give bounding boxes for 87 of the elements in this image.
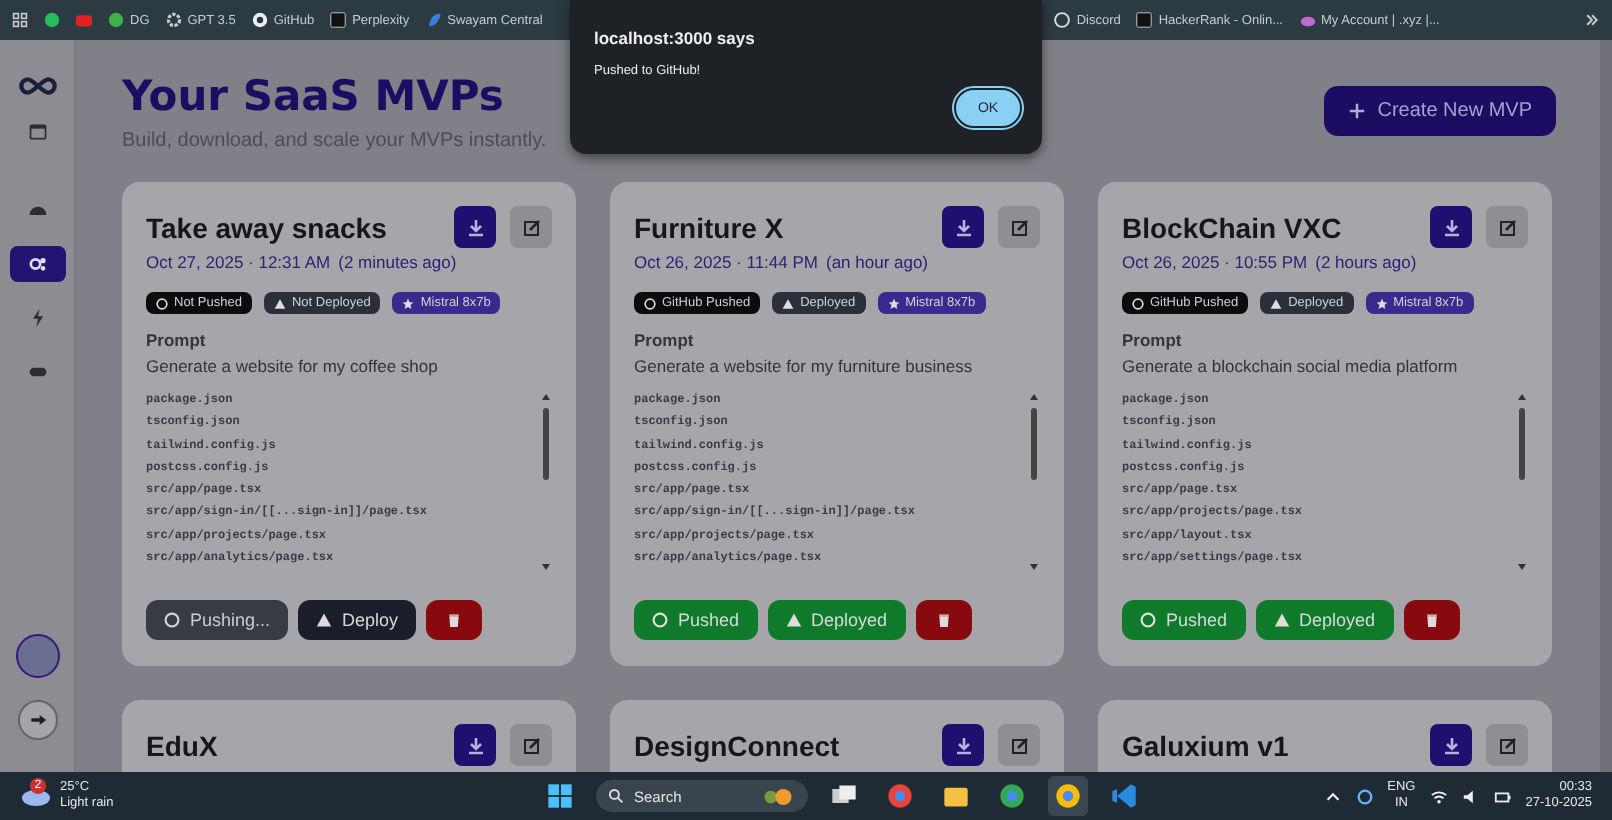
- project-title: BlockChain VXC: [1122, 212, 1342, 244]
- download-button[interactable]: [454, 724, 496, 766]
- fruit-icon: [760, 787, 796, 805]
- download-icon: [465, 735, 485, 755]
- edit-button[interactable]: [1486, 724, 1528, 766]
- play-icon: [76, 12, 92, 28]
- prompt-text: Generate a website for my furniture business: [634, 356, 975, 376]
- browser-icon[interactable]: [1048, 776, 1088, 816]
- delete-button[interactable]: [426, 600, 483, 640]
- prompt-text: Generate a website for my coffee shop: [146, 356, 440, 376]
- download-button[interactable]: [454, 206, 496, 248]
- push-button[interactable]: Pushing...: [146, 600, 289, 640]
- edit-icon: [1009, 217, 1029, 237]
- create-button[interactable]: Create New MVP: [1323, 86, 1556, 136]
- download-icon: [953, 735, 973, 755]
- edit-button[interactable]: [510, 206, 552, 248]
- circle-icon: [108, 12, 124, 28]
- wifi-icon[interactable]: [1429, 787, 1448, 805]
- edit-icon: [1497, 735, 1517, 755]
- download-button[interactable]: [942, 206, 984, 248]
- project-title: DesignConnect: [634, 730, 840, 762]
- window-icon: [27, 122, 47, 142]
- edit-icon: [1497, 217, 1517, 237]
- download-icon: [953, 217, 973, 237]
- download-button[interactable]: [942, 724, 984, 766]
- delete-button[interactable]: [1403, 600, 1460, 640]
- triangle-icon: [316, 612, 333, 628]
- edit-icon: [521, 217, 541, 237]
- infinity-logo-icon: [17, 76, 57, 96]
- edit-button[interactable]: [998, 724, 1040, 766]
- page-title: Your SaaS MVPs: [122, 72, 506, 120]
- leaf-icon: [425, 12, 442, 28]
- chevron-icon[interactable]: [1584, 12, 1600, 28]
- triangle-icon: [1273, 612, 1290, 628]
- edit-button[interactable]: [998, 206, 1040, 248]
- project-date: Oct 26, 2025 · 10:55 PM: [1122, 252, 1308, 272]
- bolt-icon: [27, 308, 47, 328]
- chat-icon: [44, 12, 60, 28]
- relative-time: (an hour ago): [825, 252, 929, 272]
- chevron-up-icon[interactable]: [1323, 787, 1342, 805]
- deploy-button[interactable]: Deployed: [767, 600, 906, 640]
- edit-icon: [521, 735, 541, 755]
- relative-time: (2 hours ago): [1315, 252, 1417, 272]
- edit-icon: [1009, 735, 1029, 755]
- project-title: Furniture X: [634, 212, 784, 244]
- logout-button[interactable]: [17, 700, 57, 740]
- project-title: Galuxium v1: [1122, 730, 1289, 762]
- search-icon: [608, 788, 624, 804]
- gear-icon: [165, 12, 182, 28]
- square-icon: [1136, 12, 1153, 28]
- cloud-icon: [1299, 12, 1315, 28]
- project-date: Oct 27, 2025 · 12:31 AM: [146, 252, 331, 272]
- prompt-label: Prompt: [146, 330, 208, 350]
- battery-icon[interactable]: [1493, 787, 1512, 805]
- avatar[interactable]: [15, 634, 59, 678]
- logout-icon: [27, 710, 47, 730]
- push-button[interactable]: Pushed: [634, 600, 758, 640]
- prompt-text: Generate a blockchain social media platform: [1122, 356, 1460, 376]
- dialog-title: localhost:3000 says: [594, 28, 757, 48]
- relative-time: (2 minutes ago): [338, 252, 457, 272]
- edit-button[interactable]: [510, 724, 552, 766]
- download-icon: [1441, 217, 1461, 237]
- prompt-label: Prompt: [1122, 330, 1184, 350]
- trash-icon: [446, 612, 463, 628]
- project-date: Oct 26, 2025 · 11:44 PM: [634, 252, 818, 272]
- sidebar-item[interactable]: [9, 246, 65, 282]
- edit-button[interactable]: [1486, 206, 1528, 248]
- deploy-button[interactable]: Deploy: [298, 600, 417, 640]
- deploy-button[interactable]: Deployed: [1255, 600, 1394, 640]
- plus-icon: [1347, 102, 1366, 120]
- apps-icon: [12, 12, 28, 28]
- download-button[interactable]: [1430, 724, 1472, 766]
- delete-button[interactable]: [915, 600, 972, 640]
- triangle-icon: [785, 612, 802, 628]
- project-title: Take away snacks: [146, 212, 387, 244]
- bookmark-link[interactable]: [12, 12, 28, 28]
- prompt-label: Prompt: [634, 330, 696, 350]
- trash-icon: [935, 612, 952, 628]
- globe-icon: [1054, 12, 1071, 28]
- trash-icon: [1423, 612, 1440, 628]
- square-icon: [330, 12, 347, 28]
- push-button[interactable]: Pushed: [1122, 600, 1246, 640]
- download-icon: [1441, 735, 1461, 755]
- download-icon: [465, 217, 485, 237]
- download-button[interactable]: [1430, 206, 1472, 248]
- gears-icon: [27, 254, 47, 274]
- project-title: EduX: [146, 730, 218, 762]
